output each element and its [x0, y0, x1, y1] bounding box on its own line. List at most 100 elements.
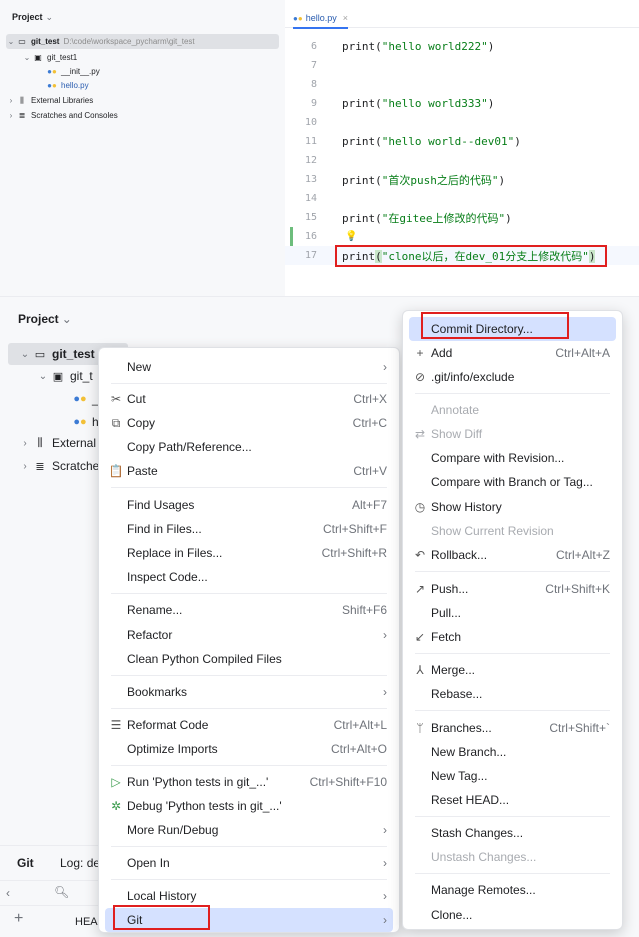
menu-item-debug-tests[interactable]: ✲ Debug 'Python tests in git_...' — [105, 794, 393, 818]
code-line-12[interactable]: 12 — [285, 151, 639, 170]
tree-item-git-test1[interactable]: ⌄ ▣ git_test1 — [22, 50, 78, 65]
menu-item-compare-branch[interactable]: Compare with Branch or Tag... — [409, 470, 616, 494]
tree-item-git-test[interactable]: ⌄ ▭ git_test — [18, 343, 95, 365]
python-file-icon: ●● — [47, 67, 57, 76]
code-line-11[interactable]: 11 print("hello world--dev01") — [285, 132, 639, 151]
chevron-right-icon: › — [383, 889, 387, 903]
menu-item-pull[interactable]: Pull... — [409, 601, 616, 625]
chevron-right-icon: › — [9, 111, 13, 120]
run-icon: ▷ — [111, 775, 121, 789]
menu-item-new-branch[interactable]: New Branch... — [409, 740, 616, 764]
python-file-icon: ●● — [47, 81, 57, 90]
python-file-icon: ●● — [73, 416, 87, 428]
chevron-right-icon: › — [383, 856, 387, 870]
menu-item-replace-in-files[interactable]: Replace in Files... Ctrl+Shift+R — [105, 541, 393, 565]
package-icon: ▣ — [34, 53, 42, 62]
menu-item-new-tag[interactable]: New Tag... — [409, 764, 616, 788]
menu-item-optimize-imports[interactable]: Optimize Imports Ctrl+Alt+O — [105, 737, 393, 761]
code-line-10[interactable]: 10 — [285, 113, 639, 132]
tree-item-git-test[interactable]: ⌄ ▭ git_test D:\code\workspace_pycharm\g… — [6, 34, 279, 49]
tree-item-scratches[interactable]: › ≣ Scratche — [18, 455, 99, 477]
menu-item-clone[interactable]: Clone... — [409, 903, 616, 927]
tree-item-scratches[interactable]: › ≣ Scratches and Consoles — [6, 108, 118, 123]
chevron-left-icon[interactable]: ‹ — [6, 886, 10, 900]
menu-item-merge[interactable]: ⅄ Merge... — [409, 658, 616, 682]
menu-item-paste[interactable]: 📋 Paste Ctrl+V — [105, 459, 393, 483]
menu-item-add[interactable]: + Add Ctrl+Alt+A — [409, 341, 616, 365]
rollback-icon: ↶ — [414, 548, 426, 562]
chevron-right-icon: › — [9, 96, 13, 105]
search-icon[interactable]: 🔍︎ — [54, 885, 69, 899]
menu-item-rename[interactable]: Rename... Shift+F6 — [105, 598, 393, 622]
menu-item-show-history[interactable]: ◷ Show History — [409, 495, 616, 519]
menu-item-reset-head[interactable]: Reset HEAD... — [409, 788, 616, 812]
context-menu: New › ✂ Cut Ctrl+X ⧉ Copy Ctrl+C Copy Path/Re… — [98, 347, 400, 933]
menu-item-more-run-debug[interactable]: More Run/Debug › — [105, 818, 393, 842]
ignore-icon: ⊘ — [414, 370, 426, 384]
menu-item-find-in-files[interactable]: Find in Files... Ctrl+Shift+F — [105, 517, 393, 541]
python-file-icon: ●● — [73, 393, 87, 405]
code-line-8[interactable]: 8 — [285, 75, 639, 94]
menu-item-run-tests[interactable]: ▷ Run 'Python tests in git_...' Ctrl+Shift… — [105, 770, 393, 794]
menu-item-stash[interactable]: Stash Changes... — [409, 821, 616, 845]
code-line-7[interactable]: 7 — [285, 56, 639, 75]
menu-item-new[interactable]: New › — [105, 355, 393, 379]
chevron-down-icon: ⌄ — [20, 348, 30, 360]
merge-icon: ⅄ — [416, 663, 424, 677]
lightbulb-icon[interactable]: 💡 — [345, 231, 357, 242]
menu-item-rollback[interactable]: ↶ Rollback... Ctrl+Alt+Z — [409, 543, 616, 567]
git-tool-title[interactable]: Git — [17, 856, 34, 870]
code-line-9[interactable]: 9 print("hello world333") — [285, 94, 639, 113]
menu-item-push[interactable]: ↗ Push... Ctrl+Shift+K — [409, 577, 616, 601]
tree-item-git-test1[interactable]: ⌄ ▣ git_t — [36, 365, 93, 387]
tree-item-init-py[interactable]: ●● __init__.py — [46, 64, 100, 79]
menu-item-copy-path[interactable]: Copy Path/Reference... — [105, 435, 393, 459]
menu-item-compare-revision[interactable]: Compare with Revision... — [409, 446, 616, 470]
copy-icon: ⧉ — [111, 415, 121, 430]
menu-item-rebase[interactable]: Rebase... — [409, 682, 616, 706]
chevron-right-icon: › — [23, 437, 27, 449]
debug-icon: ✲ — [110, 799, 122, 813]
chevron-right-icon: › — [23, 460, 27, 472]
project-title[interactable]: Project ⌄ — [12, 12, 53, 23]
code-line-13[interactable]: 13 print("首次push之后的代码") — [285, 170, 639, 189]
tab-hello-py[interactable]: ●● hello.py × — [293, 8, 348, 29]
menu-item-unstash[interactable]: Unstash Changes... — [409, 845, 616, 869]
plus-icon: + — [416, 346, 424, 360]
menu-item-find-usages[interactable]: Find Usages Alt+F7 — [105, 493, 393, 517]
menu-item-fetch[interactable]: ↙ Fetch — [409, 625, 616, 649]
chevron-right-icon: › — [383, 913, 387, 927]
chevron-down-icon: ⌄ — [7, 37, 15, 46]
scissors-icon: ✂ — [110, 392, 122, 406]
menu-item-bookmarks[interactable]: Bookmarks › — [105, 680, 393, 704]
plus-icon[interactable]: + — [14, 910, 23, 928]
menu-item-cut[interactable]: ✂ Cut Ctrl+X — [105, 387, 393, 411]
tree-item-hello-py[interactable]: ●● h — [72, 411, 98, 433]
code-line-6[interactable]: 6 print("hello world222") — [285, 37, 639, 56]
menu-item-open-in[interactable]: Open In › — [105, 851, 393, 875]
menu-item-refactor[interactable]: Refactor › — [105, 623, 393, 647]
menu-item-copy[interactable]: ⧉ Copy Ctrl+C — [105, 411, 393, 435]
menu-item-branches[interactable]: ᛘ Branches... Ctrl+Shift+` — [409, 716, 616, 740]
menu-item-inspect-code[interactable]: Inspect Code... — [105, 565, 393, 589]
menu-item-show-current-revision[interactable]: Show Current Revision — [409, 519, 616, 543]
tree-item-hello-py[interactable]: ●● hello.py — [46, 78, 88, 93]
diff-icon: ⇄ — [414, 427, 426, 441]
tree-item-external-libraries[interactable]: › ⫼ External Libraries — [6, 93, 94, 108]
top-screenshot: Project ⌄ ⌄ ▭ git_test D:\code\workspace_… — [0, 0, 639, 296]
menu-item-annotate[interactable]: Annotate — [409, 398, 616, 422]
menu-item-manage-remotes[interactable]: Manage Remotes... — [409, 878, 616, 902]
library-icon: ⫼ — [20, 95, 24, 105]
tree-item-external-libraries[interactable]: › ⫼ External — [18, 432, 96, 454]
code-line-16[interactable]: 16 💡 — [285, 227, 639, 246]
menu-item-git-exclude[interactable]: ⊘ .git/info/exclude — [409, 365, 616, 389]
menu-item-clean-python[interactable]: Clean Python Compiled Files — [105, 647, 393, 671]
log-tab[interactable]: Log: de — [60, 856, 100, 870]
code-line-14[interactable]: 14 — [285, 189, 639, 208]
code-line-15[interactable]: 15 print("在gitee上修改的代码") — [285, 208, 639, 227]
menu-item-show-diff[interactable]: ⇄ Show Diff — [409, 422, 616, 446]
project-title[interactable]: Project ⌄ — [18, 312, 72, 326]
tree-item-init-py[interactable]: ●● _ — [72, 388, 98, 410]
menu-item-reformat-code[interactable]: ☰ Reformat Code Ctrl+Alt+L — [105, 713, 393, 737]
close-icon[interactable]: × — [343, 13, 348, 23]
